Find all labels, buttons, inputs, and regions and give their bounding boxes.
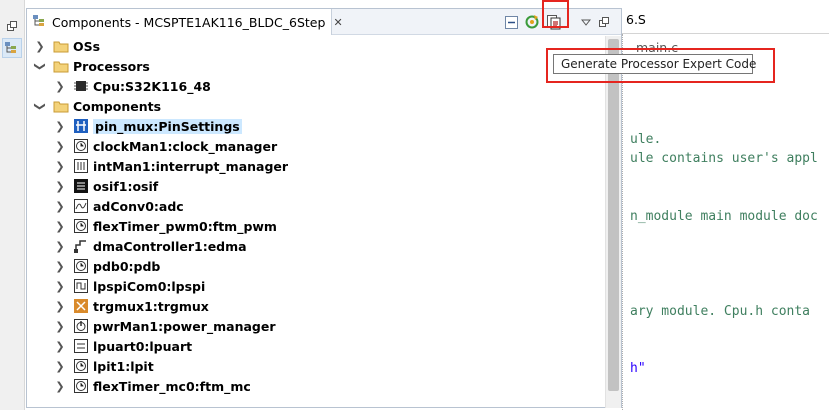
folder-icon	[53, 38, 69, 54]
chevron-right-icon[interactable]: ❯	[53, 360, 67, 373]
tree-item-label: adConv0:adc	[93, 198, 184, 214]
power-icon	[73, 318, 89, 334]
tree-item-label: osif1:osif	[93, 178, 159, 194]
component-icon	[73, 158, 89, 174]
left-trim-bar	[0, 0, 25, 410]
pin-icon	[73, 118, 89, 134]
folder-icon	[53, 58, 69, 74]
chevron-right-icon[interactable]: ❯	[53, 140, 67, 153]
component-icon	[73, 358, 89, 374]
tree-item-ftm-mc[interactable]: ❯ flexTimer_mc0:ftm_mc	[53, 376, 251, 396]
collapse-all-icon[interactable]	[502, 13, 520, 31]
timer-icon	[73, 218, 89, 234]
adc-icon	[73, 198, 89, 214]
tree-item-edma[interactable]: ❯ dmaController1:edma	[53, 236, 247, 256]
tree-item-lpit[interactable]: ❯ lpit1:lpit	[53, 356, 154, 376]
chevron-right-icon[interactable]: ❯	[53, 240, 67, 253]
tree-item-label: lpuart0:lpuart	[93, 338, 193, 354]
toolbar-highlight-box	[542, 0, 569, 28]
vertical-scrollbar[interactable]	[605, 36, 621, 408]
osif-icon	[73, 178, 89, 194]
tree-item-label: OSs	[73, 38, 101, 54]
tree-item-label: pwrMan1:power_manager	[93, 318, 276, 334]
tree-item-lpuart[interactable]: ❯ lpuart0:lpuart	[53, 336, 192, 356]
tree-item-clock-manager[interactable]: ❯ clockMan1:clock_manager	[53, 136, 277, 156]
spi-icon	[73, 278, 89, 294]
chevron-down-icon[interactable]: ❯	[34, 59, 47, 73]
components-view-icon	[33, 14, 47, 30]
editor-gutter-line	[622, 34, 623, 410]
tree-item-pin-mux[interactable]: ❯ pin_mux:PinSettings	[53, 116, 242, 136]
code-line: ary module. Cpu.h conta	[630, 304, 811, 319]
tree-item-label: intMan1:interrupt_manager	[93, 158, 289, 174]
chevron-right-icon[interactable]: ❯	[33, 40, 47, 53]
tree-item-adc[interactable]: ❯ adConv0:adc	[53, 196, 184, 216]
tree-item-label: flexTimer_pwm0:ftm_pwm	[93, 218, 277, 234]
tree-item-label: Components	[73, 98, 162, 114]
clock-icon	[73, 138, 89, 154]
tree-item-label: pin_mux:PinSettings	[93, 118, 242, 134]
chevron-right-icon[interactable]: ❯	[53, 220, 67, 233]
chevron-right-icon[interactable]: ❯	[53, 200, 67, 213]
code-line: n_module main module doc	[630, 209, 818, 224]
view-header: Components - MCSPTE1AK116_BLDC_6Step ✕	[27, 9, 621, 35]
tree-item-interrupt-manager[interactable]: ❯ intMan1:interrupt_manager	[53, 156, 288, 176]
tree-item-label: flexTimer_mc0:ftm_mc	[93, 378, 251, 394]
tab-title: Components - MCSPTE1AK116_BLDC_6Step	[52, 14, 326, 30]
tree-item-label: dmaController1:edma	[93, 238, 247, 254]
chevron-right-icon[interactable]: ❯	[53, 180, 67, 193]
chevron-right-icon[interactable]: ❯	[53, 120, 67, 133]
tree-item-label: Processors	[73, 58, 150, 74]
tree-item-lpspi[interactable]: ❯ lpspiCom0:lpspi	[53, 276, 205, 296]
refresh-icon[interactable]	[523, 13, 541, 31]
chevron-right-icon[interactable]: ❯	[53, 280, 67, 293]
component-tree: ❯ OSs ❯ Processors ❯ Cpu:S32K116_48 ❯ Co…	[27, 36, 605, 408]
tab-components[interactable]: Components - MCSPTE1AK116_BLDC_6Step ✕	[27, 9, 343, 35]
tab-6s[interactable]: 6.S	[626, 12, 646, 27]
chevron-right-icon[interactable]: ❯	[53, 340, 67, 353]
tree-item-ftm-pwm[interactable]: ❯ flexTimer_pwm0:ftm_pwm	[53, 216, 277, 236]
components-view-icon[interactable]	[2, 38, 22, 58]
code-line: ule contains user's appl	[630, 151, 818, 166]
tree-item-label: Cpu:S32K116_48	[93, 78, 211, 94]
code-line: h"	[630, 361, 646, 376]
chevron-right-icon[interactable]: ❯	[53, 300, 67, 313]
chevron-right-icon[interactable]: ❯	[53, 80, 67, 93]
chevron-right-icon[interactable]: ❯	[53, 320, 67, 333]
chevron-right-icon[interactable]: ❯	[53, 160, 67, 173]
tree-item-components[interactable]: ❯ Components	[33, 96, 162, 116]
tree-item-pdb[interactable]: ❯ pdb0:pdb	[53, 256, 160, 276]
code-line: ule.	[630, 132, 662, 147]
tree-item-cpu[interactable]: ❯ Cpu:S32K116_48	[53, 76, 211, 96]
component-icon	[73, 338, 89, 354]
chevron-right-icon[interactable]: ❯	[53, 380, 67, 393]
chevron-down-icon[interactable]: ❯	[34, 99, 47, 113]
trgmux-icon	[73, 298, 89, 314]
tree-item-label: lpit1:lpit	[93, 358, 154, 374]
close-icon[interactable]: ✕	[333, 16, 342, 29]
components-view: Components - MCSPTE1AK116_BLDC_6Step ✕ ❯…	[26, 8, 622, 408]
tree-item-label: trgmux1:trgmux	[93, 298, 209, 314]
folder-icon	[53, 98, 69, 114]
restore-icon[interactable]	[2, 16, 22, 36]
editor-tabs: 6.S main.c	[622, 8, 829, 55]
tree-item-power-manager[interactable]: ❯ pwrMan1:power_manager	[53, 316, 276, 336]
tree-item-osif[interactable]: ❯ osif1:osif	[53, 176, 158, 196]
tree-item-oss[interactable]: ❯ OSs	[33, 36, 100, 56]
component-icon	[73, 258, 89, 274]
tree-item-processors[interactable]: ❯ Processors	[33, 56, 150, 76]
timer-icon	[73, 378, 89, 394]
tree-item-label: lpspiCom0:lpspi	[93, 278, 206, 294]
tree-item-trgmux[interactable]: ❯ trgmux1:trgmux	[53, 296, 209, 316]
view-menu-chevron-icon[interactable]	[577, 13, 595, 31]
tree-item-label: pdb0:pdb	[93, 258, 161, 274]
cpu-icon	[73, 78, 89, 94]
dma-icon	[73, 238, 89, 254]
chevron-right-icon[interactable]: ❯	[53, 260, 67, 273]
tree-item-label: clockMan1:clock_manager	[93, 138, 278, 154]
scrollbar-thumb[interactable]	[608, 39, 619, 391]
tooltip: Generate Processor Expert Code	[553, 54, 756, 74]
minimize-icon[interactable]	[595, 13, 613, 31]
